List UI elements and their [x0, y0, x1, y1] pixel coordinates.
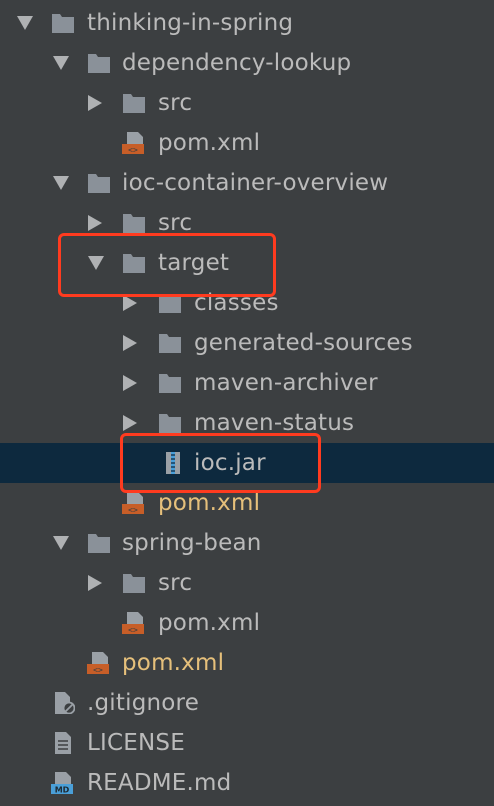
- folder-icon: [52, 14, 74, 33]
- xml-file-icon: <>: [122, 492, 144, 515]
- tree-item-label: .gitignore: [87, 690, 200, 716]
- expand-arrow-icon[interactable]: [53, 176, 69, 190]
- highlight-box-ioc-jar: [120, 433, 321, 493]
- collapse-arrow-icon[interactable]: [88, 95, 102, 111]
- collapse-arrow-icon[interactable]: [88, 575, 102, 591]
- tree-item-generated-sources[interactable]: generated-sources: [0, 323, 494, 363]
- tree-item-pom-xml[interactable]: <> pom.xml: [0, 123, 494, 163]
- svg-text:<>: <>: [93, 666, 103, 675]
- collapse-arrow-icon[interactable]: [123, 415, 137, 431]
- tree-item-ioc-container-overview[interactable]: ioc-container-overview: [0, 163, 494, 203]
- tree-item-label: pom.xml: [158, 130, 261, 156]
- ignored-file-icon: [55, 692, 75, 714]
- svg-text:<>: <>: [128, 146, 138, 155]
- tree-item-label: spring-bean: [122, 530, 262, 556]
- tree-item-readme[interactable]: MD README.md: [0, 763, 494, 803]
- xml-file-icon: <>: [122, 132, 144, 155]
- markdown-file-icon: MD: [51, 772, 73, 795]
- tree-item-label: LICENSE: [87, 730, 185, 756]
- tree-item-pom-xml[interactable]: <> pom.xml: [0, 603, 494, 643]
- tree-item-src[interactable]: src: [0, 563, 494, 603]
- tree-item-label: generated-sources: [194, 330, 413, 356]
- folder-icon: [123, 94, 145, 113]
- text-file-icon: [55, 732, 71, 754]
- collapse-arrow-icon[interactable]: [123, 335, 137, 351]
- collapse-arrow-icon[interactable]: [123, 295, 137, 311]
- folder-icon: [159, 334, 181, 353]
- tree-item-label: thinking-in-spring: [87, 10, 294, 36]
- folder-icon: [123, 574, 145, 593]
- folder-icon: [159, 374, 181, 393]
- tree-item-label: pom.xml: [158, 490, 261, 516]
- tree-item-thinking-in-spring[interactable]: thinking-in-spring: [0, 3, 494, 43]
- tree-item-label: ioc-container-overview: [122, 170, 389, 196]
- collapse-arrow-icon[interactable]: [123, 375, 137, 391]
- tree-item-label: pom.xml: [122, 650, 225, 676]
- folder-icon: [88, 534, 110, 553]
- folder-icon: [123, 214, 145, 233]
- tree-item-label: pom.xml: [158, 610, 261, 636]
- md-badge: MD: [55, 786, 70, 795]
- highlight-box-target: [58, 233, 276, 297]
- expand-arrow-icon[interactable]: [53, 56, 69, 70]
- tree-item-label: src: [158, 570, 193, 596]
- tree-item-label: dependency-lookup: [122, 50, 352, 76]
- xml-file-icon: <>: [87, 652, 109, 675]
- tree-item-label: src: [158, 90, 193, 116]
- expand-arrow-icon[interactable]: [53, 536, 69, 550]
- tree-item-label: maven-archiver: [194, 370, 378, 396]
- tree-item-pom-xml[interactable]: <> pom.xml: [0, 643, 494, 683]
- tree-item-dependency-lookup[interactable]: dependency-lookup: [0, 43, 494, 83]
- tree-item-label: README.md: [87, 770, 232, 796]
- tree-item-src[interactable]: src: [0, 83, 494, 123]
- folder-icon: [159, 414, 181, 433]
- tree-item-spring-bean[interactable]: spring-bean: [0, 523, 494, 563]
- tree-item-maven-archiver[interactable]: maven-archiver: [0, 363, 494, 403]
- tree-item-gitignore[interactable]: .gitignore: [0, 683, 494, 723]
- folder-icon: [88, 174, 110, 193]
- tree-item-license[interactable]: LICENSE: [0, 723, 494, 763]
- svg-text:<>: <>: [128, 506, 138, 515]
- svg-text:<>: <>: [128, 626, 138, 635]
- expand-arrow-icon[interactable]: [17, 16, 33, 30]
- project-tree: thinking-in-spring dependency-lookup src…: [0, 0, 494, 806]
- xml-file-icon: <>: [122, 612, 144, 635]
- collapse-arrow-icon[interactable]: [88, 215, 102, 231]
- folder-icon: [88, 54, 110, 73]
